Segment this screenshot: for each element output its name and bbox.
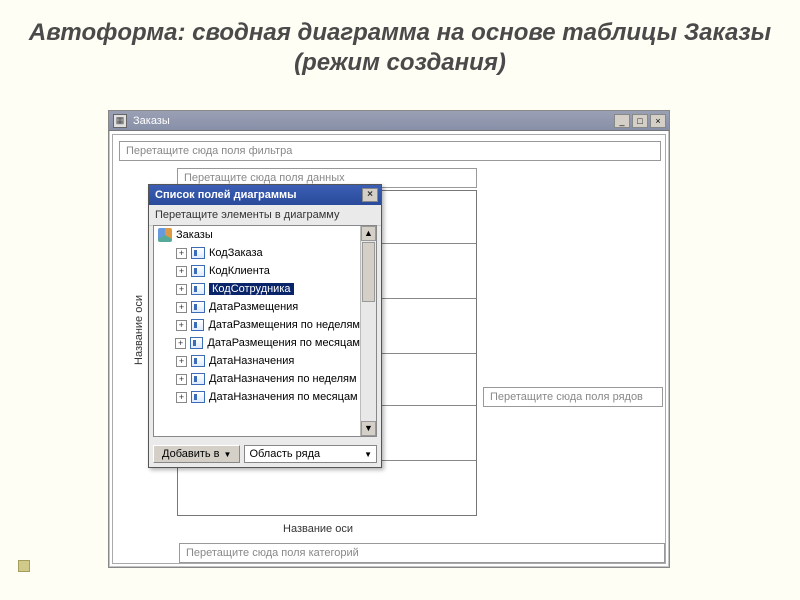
slide-title: Автоформа: сводная диаграмма на основе т… <box>0 0 800 88</box>
scroll-thumb[interactable] <box>362 242 375 302</box>
tree-root[interactable]: Заказы <box>154 226 360 244</box>
dropzone-categories[interactable]: Перетащите сюда поля категорий <box>179 543 665 563</box>
field-icon <box>191 301 205 313</box>
field-label: КодКлиента <box>209 265 270 277</box>
expand-icon[interactable]: + <box>176 320 187 331</box>
field-icon <box>191 247 205 259</box>
tree-field-item[interactable]: + КодЗаказа <box>154 244 360 262</box>
scroll-down-button[interactable]: ▼ <box>361 421 376 436</box>
tree-field-item[interactable]: + КодСотрудника <box>154 280 360 298</box>
slide-bullet <box>18 560 30 572</box>
field-dialog-titlebar[interactable]: Список полей диаграммы × <box>149 185 381 205</box>
add-to-button[interactable]: Добавить в ▼ <box>153 445 240 463</box>
tree-field-item[interactable]: + ДатаРазмещения по неделям <box>154 316 360 334</box>
field-dialog-hint: Перетащите элементы в диаграмму <box>149 205 381 226</box>
form-icon: ▦ <box>113 114 127 128</box>
field-dialog-close-button[interactable]: × <box>362 188 378 202</box>
field-tree: Заказы + КодЗаказа + КодКлиента + КодСотрудник… <box>153 225 377 437</box>
expand-icon[interactable]: + <box>176 374 187 385</box>
form-titlebar[interactable]: ▦ Заказы _ □ × <box>109 111 669 131</box>
tree-field-item[interactable]: + ДатаРазмещения по месяцам <box>154 334 360 352</box>
expand-icon[interactable]: + <box>176 266 187 277</box>
scroll-up-button[interactable]: ▲ <box>361 226 376 241</box>
field-icon <box>191 283 205 295</box>
expand-icon[interactable]: + <box>175 338 186 349</box>
scrollbar[interactable]: ▲ ▼ <box>360 226 376 436</box>
chevron-down-icon: ▼ <box>364 450 372 459</box>
expand-icon[interactable]: + <box>176 356 187 367</box>
field-label: КодСотрудника <box>209 283 294 295</box>
field-icon <box>190 337 204 349</box>
tree-field-item[interactable]: + ДатаНазначения <box>154 352 360 370</box>
close-button[interactable]: × <box>650 114 666 128</box>
field-label: ДатаРазмещения по месяцам <box>207 337 360 349</box>
field-icon <box>191 355 205 367</box>
maximize-button[interactable]: □ <box>632 114 648 128</box>
axis-x-label: Название оси <box>283 523 353 535</box>
field-label: ДатаРазмещения по неделям <box>208 319 360 331</box>
dropzone-rows[interactable]: Перетащите сюда поля рядов <box>483 387 663 407</box>
field-icon <box>191 319 205 331</box>
field-icon <box>191 265 205 277</box>
minimize-button[interactable]: _ <box>614 114 630 128</box>
field-dialog-title: Список полей диаграммы <box>155 189 297 201</box>
field-label: ДатаНазначения по неделям <box>209 373 357 385</box>
field-label: ДатаНазначения по месяцам <box>209 391 358 403</box>
field-icon <box>191 373 205 385</box>
axis-y-label: Название оси <box>133 295 145 365</box>
expand-icon[interactable]: + <box>176 302 187 313</box>
field-label: ДатаРазмещения <box>209 301 298 313</box>
target-area-select[interactable]: Область ряда ▼ <box>244 445 377 463</box>
tree-root-label: Заказы <box>176 229 213 241</box>
table-icon <box>158 228 172 242</box>
dropzone-filter[interactable]: Перетащите сюда поля фильтра <box>119 141 661 161</box>
tree-field-item[interactable]: + ДатаНазначения по неделям <box>154 370 360 388</box>
field-label: КодЗаказа <box>209 247 263 259</box>
tree-field-item[interactable]: + ДатаРазмещения <box>154 298 360 316</box>
expand-icon[interactable]: + <box>176 392 187 403</box>
field-list-dialog[interactable]: Список полей диаграммы × Перетащите элем… <box>148 184 382 468</box>
target-area-value: Область ряда <box>249 448 320 460</box>
field-label: ДатаНазначения <box>209 355 294 367</box>
tree-field-item[interactable]: + ДатаНазначения по месяцам <box>154 388 360 406</box>
field-icon <box>191 391 205 403</box>
expand-icon[interactable]: + <box>176 248 187 259</box>
chevron-down-icon: ▼ <box>224 450 232 459</box>
expand-icon[interactable]: + <box>176 284 187 295</box>
add-to-label: Добавить в <box>162 448 220 460</box>
form-title: Заказы <box>131 115 614 127</box>
tree-field-item[interactable]: + КодКлиента <box>154 262 360 280</box>
